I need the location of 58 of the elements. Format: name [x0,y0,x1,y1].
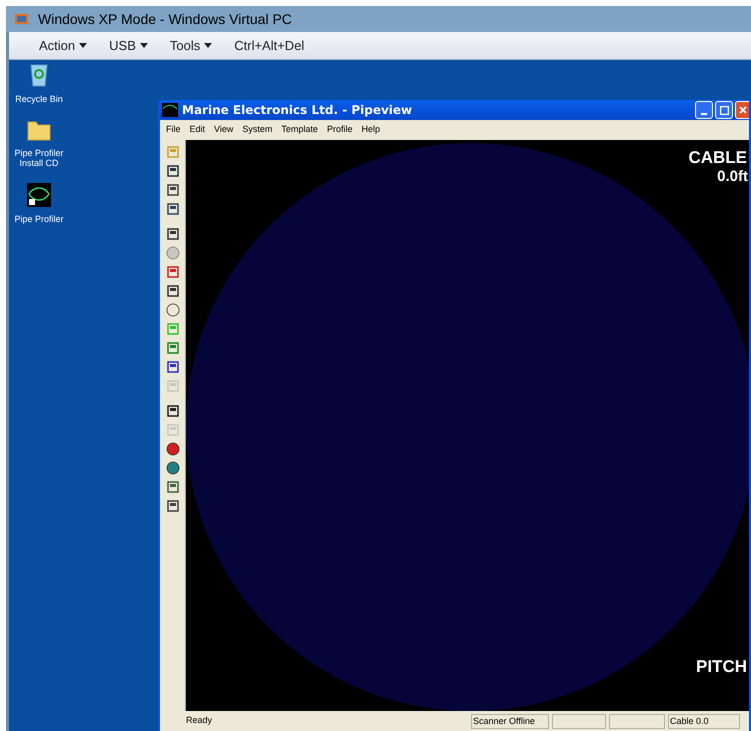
app-logo-icon [14,12,30,26]
tool-icon [166,360,180,374]
tool-icon [166,202,180,216]
cable-value: 0.0ft [717,168,748,186]
desktop-shortcut[interactable]: Recycle Bin [10,62,68,104]
app-logo-icon [162,103,178,117]
tool-icon [166,265,180,279]
host-menu-item[interactable]: Tools [170,36,212,56]
caret-icon [140,43,148,48]
host-window-title: Windows XP Mode - Windows Virtual PC [38,10,292,28]
toolbar-button[interactable] [164,301,182,319]
tool-icon [166,480,180,494]
maximize-icon [720,106,728,114]
window-title: Marine Electronics Ltd. - Pipeview [182,102,412,119]
tool-icon [166,145,180,159]
circle-icon [166,303,180,317]
host-menu-item[interactable]: Action [39,36,88,56]
caret-icon [204,43,212,48]
tool-icon [166,227,180,241]
tool-icon [166,379,180,393]
circle-icon [166,442,180,456]
minimize-icon [701,113,707,115]
tool-icon [166,341,180,355]
status-pane: Cable 0.0 [668,714,740,728]
minimize-button[interactable] [695,101,713,119]
status-pane [552,714,606,728]
cable-label: CABLE [688,148,747,168]
tool-icon [166,404,180,418]
app-icon [26,182,52,208]
desktop-shortcut[interactable]: Pipe Profiler [10,182,68,224]
pitch-label: PITCH [696,656,747,678]
maximize-button[interactable] [715,101,733,119]
close-icon [738,106,746,114]
circle-icon [166,246,180,260]
tool-icon [166,284,180,298]
menu-item[interactable]: Help [361,123,380,137]
toolbar-button[interactable] [164,440,182,458]
tool-icon [166,164,180,178]
menu-item[interactable]: Template [281,123,318,137]
circle-icon [166,461,180,475]
menu-item[interactable]: Profile [326,123,352,137]
desktop-shortcut[interactable]: Pipe Profiler Install CD [10,118,68,168]
caret-icon [79,43,88,48]
status-pane [609,714,665,728]
tool-icon [166,322,180,336]
host-menu-item[interactable]: Ctrl+Alt+Del [234,36,304,56]
menu-item[interactable]: Edit [190,123,206,137]
tool-icon [166,423,180,437]
menu-item[interactable]: System [242,123,272,137]
menu-item[interactable]: File [166,123,181,137]
status-message: Ready [186,714,214,728]
tool-icon [166,183,180,197]
toolbar-button[interactable] [164,459,182,477]
status-pane: Scanner Offline [471,714,549,728]
close-button[interactable] [735,101,749,119]
host-menu-item[interactable]: USB [109,36,148,56]
tool-icon [166,499,180,513]
menu-item[interactable]: View [214,123,234,137]
